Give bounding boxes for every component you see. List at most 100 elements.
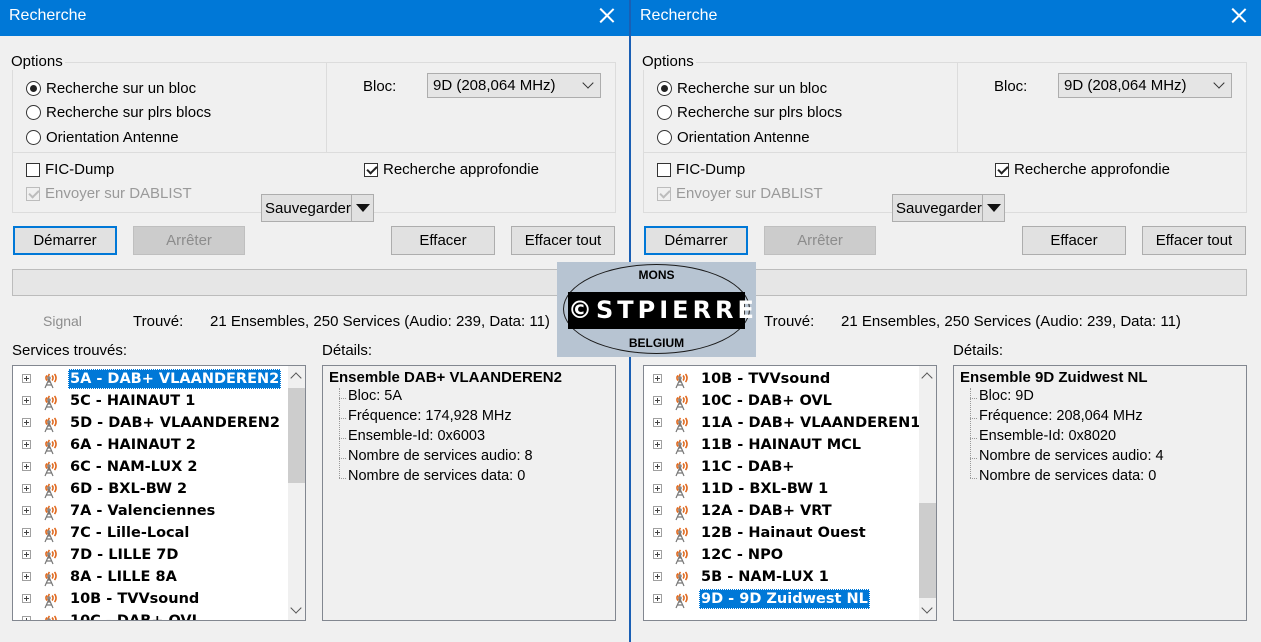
- options-label: Options: [9, 53, 65, 70]
- dropdown-arrow-icon[interactable]: [351, 195, 373, 221]
- expand-plus-icon[interactable]: [22, 462, 31, 471]
- clear-all-button[interactable]: Effacer tout: [511, 226, 615, 255]
- radio-dot[interactable]: [26, 105, 41, 120]
- expand-plus-icon[interactable]: [22, 484, 31, 493]
- services-tree[interactable]: 5A - DAB+ VLAANDEREN2 5C - HAINAUT 1 5D - …: [12, 365, 306, 621]
- antenna-icon: [671, 391, 689, 411]
- fic-dump-checkbox[interactable]: FIC-Dump: [26, 161, 114, 178]
- expand-plus-icon[interactable]: [653, 462, 662, 471]
- expand-plus-icon[interactable]: [653, 550, 662, 559]
- radio-dot[interactable]: [657, 130, 672, 145]
- checkbox-label: Recherche approfondie: [1014, 161, 1170, 178]
- checkbox-label: Recherche approfondie: [383, 161, 539, 178]
- expand-plus-icon[interactable]: [22, 572, 31, 581]
- services-tree[interactable]: 10B - TVVsound 10C - DAB+ OVL 11A - DAB+ V…: [643, 365, 937, 621]
- tree-item-label: 7A - Valenciennes: [70, 503, 216, 519]
- expand-plus-icon[interactable]: [22, 594, 31, 603]
- antenna-icon: [40, 391, 58, 411]
- deep-search-checkbox[interactable]: Recherche approfondie: [995, 161, 1170, 178]
- radio-multi-block[interactable]: Recherche sur plrs blocs: [657, 104, 842, 121]
- close-icon[interactable]: [599, 7, 615, 23]
- tree-connector: [339, 478, 346, 479]
- clear-all-button[interactable]: Effacer tout: [1142, 226, 1246, 255]
- start-button[interactable]: Démarrer: [13, 226, 117, 255]
- expand-plus-icon[interactable]: [22, 374, 31, 383]
- scroll-thumb[interactable]: [919, 503, 936, 598]
- scroll-up-icon[interactable]: [921, 372, 933, 384]
- options-horizontal-separator: [13, 152, 615, 153]
- clear-button[interactable]: Effacer: [391, 226, 495, 255]
- options-vertical-separator: [957, 63, 958, 152]
- expand-plus-icon[interactable]: [22, 418, 31, 427]
- antenna-icon: [40, 413, 58, 433]
- signal-label: Signal: [43, 313, 82, 329]
- checkbox-box[interactable]: [364, 162, 378, 177]
- options-vertical-separator: [326, 63, 327, 152]
- expand-plus-icon[interactable]: [653, 484, 662, 493]
- deep-search-checkbox[interactable]: Recherche approfondie: [364, 161, 539, 178]
- send-dablist-checkbox: Envoyer sur DABLIST: [657, 185, 823, 202]
- expand-plus-icon[interactable]: [653, 418, 662, 427]
- expand-plus-icon[interactable]: [22, 440, 31, 449]
- checkbox-box[interactable]: [995, 162, 1009, 177]
- expand-plus-icon[interactable]: [653, 396, 662, 405]
- title-bar[interactable]: Recherche: [631, 0, 1261, 36]
- stop-button: Arrêter: [764, 226, 876, 255]
- scroll-down-icon[interactable]: [921, 602, 933, 614]
- expand-plus-icon[interactable]: [653, 440, 662, 449]
- expand-plus-icon[interactable]: [653, 374, 662, 383]
- tree-item-label: 11B - HAINAUT MCL: [701, 437, 862, 453]
- tree-scrollbar[interactable]: [288, 366, 305, 620]
- details-ensemble-title: Ensemble 9D Zuidwest NL: [960, 369, 1148, 386]
- expand-plus-icon[interactable]: [653, 594, 662, 603]
- expand-plus-icon[interactable]: [22, 528, 31, 537]
- expand-plus-icon[interactable]: [22, 506, 31, 515]
- expand-plus-icon[interactable]: [22, 550, 31, 559]
- scroll-up-icon[interactable]: [290, 372, 302, 384]
- close-icon[interactable]: [1231, 7, 1247, 23]
- radio-single-block[interactable]: Recherche sur un bloc: [657, 80, 827, 97]
- tree-item-label: 10B - TVVsound: [701, 371, 831, 387]
- radio-dot[interactable]: [657, 81, 672, 96]
- clear-button[interactable]: Effacer: [1022, 226, 1126, 255]
- found-label: Trouvé:: [133, 313, 184, 330]
- radio-dot[interactable]: [26, 81, 41, 96]
- services-found-label: Services trouvés:: [12, 342, 128, 359]
- antenna-icon: [671, 457, 689, 477]
- scroll-thumb[interactable]: [288, 388, 305, 483]
- tree-item-label: 12B - Hainaut Ouest: [701, 525, 866, 541]
- radio-antenna-orientation[interactable]: Orientation Antenne: [26, 129, 179, 146]
- details-line: Nombre de services audio: 8: [348, 448, 533, 464]
- title-bar[interactable]: Recherche: [0, 0, 629, 36]
- expand-plus-icon[interactable]: [22, 616, 31, 620]
- bloc-select[interactable]: 9D (208,064 MHz): [427, 73, 601, 98]
- expand-plus-icon[interactable]: [653, 572, 662, 581]
- antenna-icon: [671, 589, 689, 609]
- tree-item-label: 11C - DAB+: [701, 459, 795, 475]
- start-button[interactable]: Démarrer: [644, 226, 748, 255]
- expand-plus-icon[interactable]: [653, 528, 662, 537]
- options-horizontal-separator: [644, 152, 1246, 153]
- radio-dot[interactable]: [26, 130, 41, 145]
- radio-single-block[interactable]: Recherche sur un bloc: [26, 80, 196, 97]
- save-split-button[interactable]: Sauvegarder: [261, 194, 374, 222]
- expand-plus-icon[interactable]: [22, 396, 31, 405]
- checkbox-box[interactable]: [26, 162, 40, 177]
- radio-multi-block[interactable]: Recherche sur plrs blocs: [26, 104, 211, 121]
- scroll-down-icon[interactable]: [290, 602, 302, 614]
- radio-dot[interactable]: [657, 105, 672, 120]
- radio-label: Orientation Antenne: [677, 129, 810, 146]
- expand-plus-icon[interactable]: [653, 506, 662, 515]
- radio-antenna-orientation[interactable]: Orientation Antenne: [657, 129, 810, 146]
- checkbox-box[interactable]: [657, 162, 671, 177]
- bloc-select[interactable]: 9D (208,064 MHz): [1058, 73, 1232, 98]
- checkbox-box: [26, 186, 40, 201]
- stamp-top-text: MONS: [638, 268, 675, 282]
- dropdown-arrow-icon[interactable]: [982, 195, 1004, 221]
- fic-dump-checkbox[interactable]: FIC-Dump: [657, 161, 745, 178]
- save-split-button[interactable]: Sauvegarder: [892, 194, 1005, 222]
- bloc-select-value: 9D (208,064 MHz): [433, 77, 556, 94]
- stop-button: Arrêter: [133, 226, 245, 255]
- tree-scrollbar[interactable]: [919, 366, 936, 620]
- details-line: Nombre de services data: 0: [348, 468, 526, 484]
